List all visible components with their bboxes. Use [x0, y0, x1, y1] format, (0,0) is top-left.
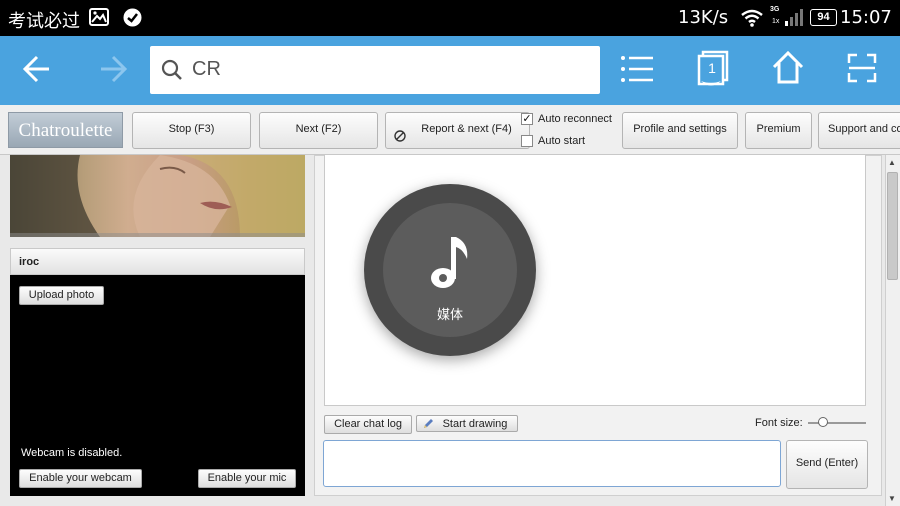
forward-arrow-icon[interactable] [98, 54, 128, 84]
pencil-icon [422, 417, 435, 430]
signal-icon: 3G 1x [770, 6, 806, 30]
clear-chat-log-button[interactable]: Clear chat log [324, 415, 412, 434]
site-logo[interactable]: Chatroulette [8, 112, 123, 148]
media-label: 媒体 [436, 308, 463, 323]
tab-count: 1 [708, 60, 716, 76]
net-speed: 13K/s [678, 7, 729, 28]
auto-start-label: Auto start [538, 135, 586, 147]
font-size-slider-thumb[interactable] [817, 417, 828, 427]
partner-video [10, 155, 305, 237]
scroll-down-icon[interactable]: ▼ [888, 494, 896, 503]
upload-photo-button[interactable]: Upload photo [19, 286, 104, 305]
back-arrow-icon[interactable] [22, 54, 52, 84]
menu-list-icon[interactable] [620, 54, 654, 84]
stop-button[interactable]: Stop (F3) [132, 112, 251, 149]
message-input[interactable] [323, 440, 781, 487]
url-input[interactable]: CR [150, 46, 600, 94]
check-notification-icon [123, 8, 142, 27]
font-size-label: Font size: [755, 417, 803, 429]
network-type-top: 3G [770, 6, 780, 13]
status-bar: 考试必过 13K/s 3G 1x 94 15:07 [0, 0, 900, 36]
auto-reconnect-label: Auto reconnect [538, 113, 612, 125]
profile-settings-button[interactable]: Profile and settings [622, 112, 738, 149]
prohibit-icon [394, 123, 406, 142]
home-icon[interactable] [772, 50, 804, 85]
music-note-icon [427, 233, 473, 293]
scrollbar-thumb[interactable] [887, 172, 898, 280]
clock: 15:07 [840, 7, 892, 28]
search-icon [161, 59, 183, 81]
report-next-button[interactable]: Report & next (F4) [385, 112, 530, 149]
report-next-label: Report & next (F4) [421, 123, 512, 135]
image-notification-icon [89, 8, 109, 26]
auto-reconnect-checkbox[interactable]: ✓ [521, 113, 533, 125]
fullscreen-icon[interactable] [847, 53, 877, 83]
next-button[interactable]: Next (F2) [259, 112, 378, 149]
partner-name-bar: iroc [10, 248, 305, 275]
tabs-icon[interactable]: 1 [697, 50, 729, 90]
enable-webcam-button[interactable]: Enable your webcam [19, 469, 142, 488]
start-drawing-button[interactable]: Start drawing [416, 415, 518, 432]
battery-icon: 94 [810, 9, 837, 26]
enable-mic-button[interactable]: Enable your mic [198, 469, 296, 488]
start-drawing-label: Start drawing [442, 418, 508, 430]
my-webcam-area: Upload photo Webcam is disabled. Enable … [10, 275, 305, 496]
battery-level: 94 [817, 11, 830, 23]
font-size-slider-track[interactable] [808, 417, 866, 427]
send-button[interactable]: Send (Enter) [786, 440, 868, 489]
status-app-label: 考试必过 [8, 11, 80, 32]
premium-button[interactable]: Premium [745, 112, 812, 149]
support-button[interactable]: Support and co [818, 112, 900, 149]
partner-username: iroc [19, 256, 40, 268]
wifi-icon [740, 9, 764, 27]
webcam-status: Webcam is disabled. [21, 447, 123, 459]
network-type-bottom: 1x [772, 18, 780, 25]
auto-start-checkbox[interactable] [521, 135, 533, 147]
url-text: CR [192, 58, 221, 80]
scroll-up-icon[interactable]: ▲ [888, 158, 896, 167]
